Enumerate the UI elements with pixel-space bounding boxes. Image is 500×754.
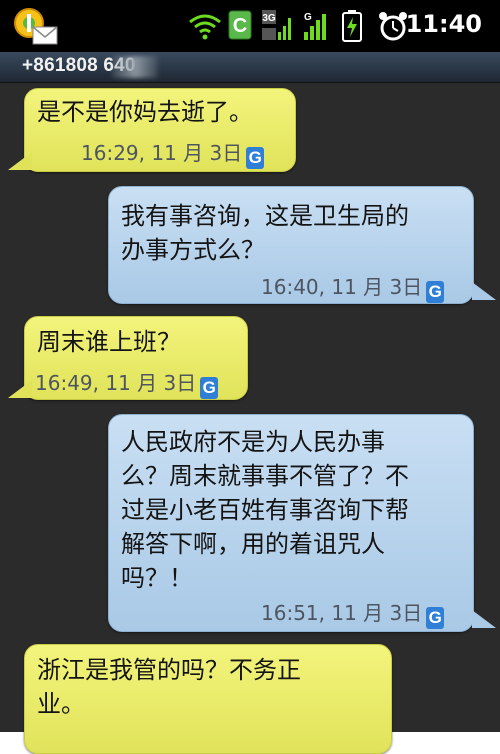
gsm-badge-icon: G [426, 607, 445, 629]
g-label: G [304, 12, 312, 23]
message-thread[interactable]: 是不是你妈去逝了。 16:29, 11 月 3日 G 我有事咨询，这是卫生局的 办… [0, 82, 500, 754]
battery-charging-icon [342, 10, 362, 46]
bubble-tail [472, 282, 496, 300]
message-text: 浙江是我管的吗？不务正 业。 [37, 656, 301, 718]
timestamp-text: 16:40, 11 月 3日 [261, 275, 423, 299]
alarm-icon [378, 10, 408, 46]
message-timestamp: 16:51, 11 月 3日 G [261, 601, 445, 629]
incoming-message[interactable]: 是不是你妈去逝了。 16:29, 11 月 3日 G [24, 88, 296, 172]
wifi-icon [188, 12, 222, 44]
message-timestamp: 16:49, 11 月 3日 G [35, 371, 219, 399]
message-text: 是不是你妈去逝了。 [37, 98, 253, 126]
sms-screen: C 3G G 11:40 +861808 640 是不是你妈去逝了。 16:29… [0, 0, 500, 754]
gsm-badge-icon: G [246, 147, 265, 169]
incoming-message[interactable]: 浙江是我管的吗？不务正 业。 [24, 644, 392, 754]
g-signal-icon: G [300, 10, 332, 46]
bubble-tail [8, 152, 32, 170]
gsm-badge-icon: G [426, 281, 445, 303]
gsm-badge-icon: G [200, 377, 219, 399]
message-timestamp: 16:40, 11 月 3日 G [261, 275, 445, 303]
bubble-tail [8, 380, 32, 398]
message-text: 周末谁上班？ [37, 328, 181, 356]
message-timestamp: 16:29, 11 月 3日 G [81, 141, 265, 169]
status-bar: C 3G G 11:40 [0, 0, 500, 52]
c-app-icon: C [228, 10, 252, 44]
svg-text:C: C [233, 15, 247, 37]
outgoing-message[interactable]: 我有事咨询，这是卫生局的 办事方式么？ 16:40, 11 月 3日 G [108, 186, 474, 304]
message-text: 人民政府不是为人民办事 么？周末就事事不管了？不 过是小老百姓有事咨询下帮 解答… [121, 428, 409, 592]
timestamp-text: 16:29, 11 月 3日 [81, 141, 243, 165]
bubble-tail [472, 610, 496, 628]
status-bar-time: 11:40 [405, 10, 482, 38]
number-redaction [112, 56, 158, 78]
timestamp-text: 16:51, 11 月 3日 [261, 601, 423, 625]
3g-signal-icon: 3G [262, 10, 294, 46]
conversation-header[interactable]: +861808 640 [0, 52, 500, 83]
timestamp-text: 16:49, 11 月 3日 [35, 371, 197, 395]
incoming-message[interactable]: 周末谁上班？ 16:49, 11 月 3日 G [24, 316, 248, 400]
message-text: 我有事咨询，这是卫生局的 办事方式么？ [121, 202, 409, 264]
outgoing-message[interactable]: 人民政府不是为人民办事 么？周末就事事不管了？不 过是小老百姓有事咨询下帮 解答… [108, 414, 474, 632]
sms-envelope-icon [32, 26, 58, 50]
3g-label: 3G [262, 13, 276, 24]
